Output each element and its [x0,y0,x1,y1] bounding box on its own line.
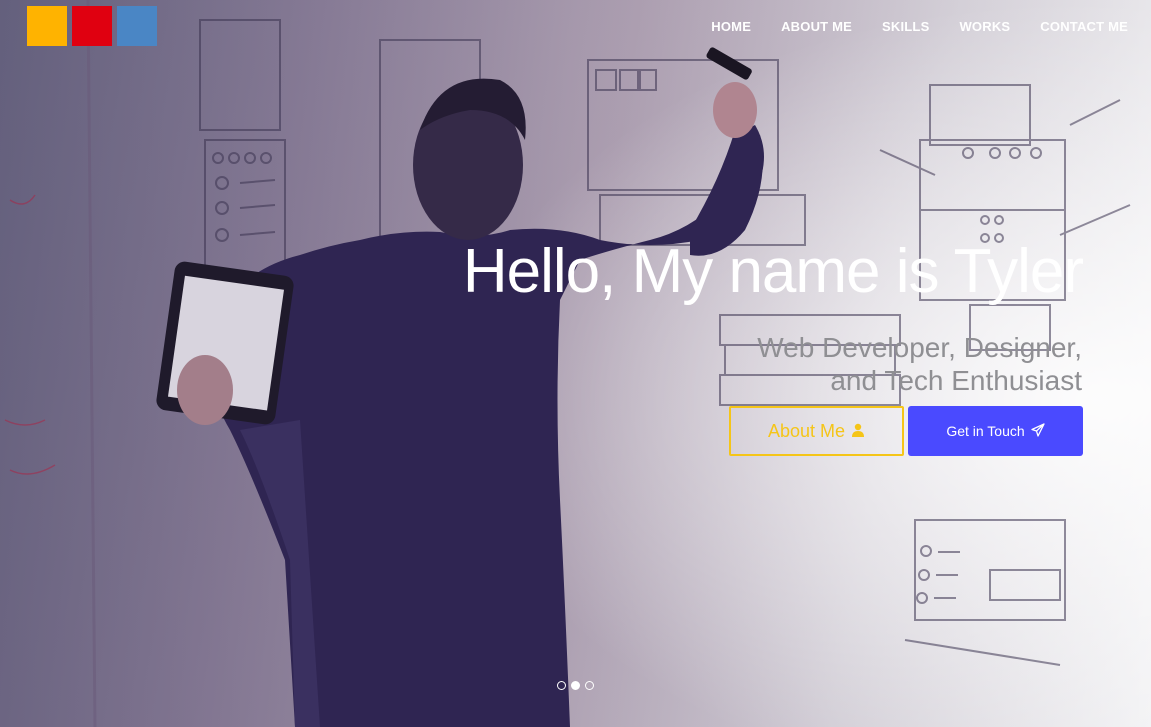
nav-contact-me[interactable]: CONTACT ME [1040,19,1128,34]
nav-home[interactable]: HOME [711,19,751,34]
nav-about-me[interactable]: ABOUT ME [781,19,852,34]
get-in-touch-button-label: Get in Touch [946,423,1025,439]
hero-section: HOME ABOUT ME SKILLS WORKS CONTACT ME He… [0,0,1151,727]
paper-plane-icon [1031,422,1045,440]
logo-square-orange [27,6,67,46]
logo-square-blue [117,6,157,46]
about-me-button-label: About Me [767,420,846,441]
about-me-button[interactable]: About Me [729,406,904,456]
hero-subtitle-line2: and Tech Enthusiast [830,365,1082,396]
main-nav: HOME ABOUT ME SKILLS WORKS CONTACT ME [711,19,1128,34]
hero-subtitle-line1: Web Developer, Designer, [757,332,1082,363]
logo[interactable] [27,6,157,46]
logo-square-red [72,6,112,46]
carousel-dot-3[interactable] [585,681,594,690]
get-in-touch-button[interactable]: Get in Touch [908,406,1083,456]
carousel-indicators [557,681,594,690]
nav-works[interactable]: WORKS [959,19,1010,34]
carousel-dot-1[interactable] [557,681,566,690]
carousel-dot-2[interactable] [571,681,580,690]
hero-subtitle: Web Developer, Designer, and Tech Enthus… [722,331,1082,397]
user-icon [851,421,865,442]
hero-title: Hello, My name is Tyler [462,237,1084,306]
nav-skills[interactable]: SKILLS [882,19,929,34]
